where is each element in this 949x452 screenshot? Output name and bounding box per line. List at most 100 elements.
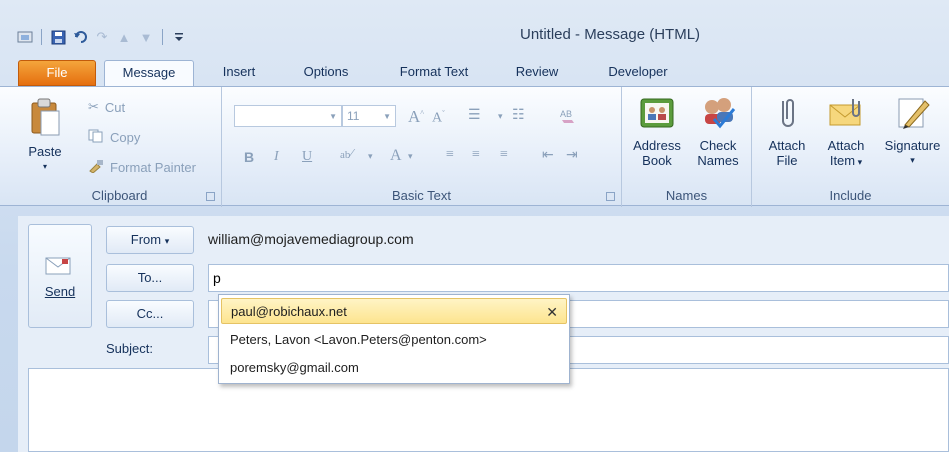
cut-label: Cut xyxy=(104,99,126,115)
svg-text:AB: AB xyxy=(560,109,572,119)
bullets-icon[interactable]: ☰ xyxy=(468,107,481,124)
address-book-label-2: Book xyxy=(642,153,672,168)
clipboard-dialog-launcher-icon[interactable] xyxy=(206,192,215,201)
highlight-dropdown-icon[interactable]: ▾ xyxy=(368,151,373,162)
send-envelope-icon xyxy=(44,255,76,280)
undo-icon[interactable] xyxy=(71,28,89,46)
chevron-down-icon: ▼ xyxy=(383,111,391,121)
basic-text-group: ▼ 11 ▼ A^ Aˇ ☰ ▾ ☷ AB B I U ab⁄ ▾ A ▾ ≡ … xyxy=(222,87,622,207)
address-book-label-1: Address xyxy=(633,138,681,153)
highlight-icon[interactable]: ab⁄ xyxy=(340,147,353,163)
bullets-dropdown-icon[interactable]: ▾ xyxy=(498,111,503,122)
check-names-label-1: Check xyxy=(699,138,737,153)
autocomplete-item[interactable]: Peters, Lavon <Lavon.Peters@penton.com> xyxy=(221,327,567,353)
clear-formatting-icon[interactable]: AB xyxy=(558,105,578,130)
address-book-icon xyxy=(626,95,688,134)
attach-item-dropdown-icon[interactable]: ▾ xyxy=(855,157,863,167)
window-menu-icon[interactable] xyxy=(16,28,34,46)
font-size-combo[interactable]: 11 ▼ xyxy=(342,105,396,127)
paperclip-icon xyxy=(758,95,816,134)
from-label: From xyxy=(130,232,162,247)
clipboard-group-label: Clipboard xyxy=(91,188,148,203)
align-center-icon[interactable]: ≡ xyxy=(472,147,480,163)
cc-button[interactable]: Cc... xyxy=(106,300,194,328)
font-color-icon[interactable]: A xyxy=(390,147,402,165)
font-name-combo[interactable]: ▼ xyxy=(234,105,342,127)
numbering-icon[interactable]: ☷ xyxy=(512,107,525,124)
attach-item-button[interactable]: Attach Item ▾ xyxy=(816,95,876,170)
bold-icon[interactable]: B xyxy=(244,149,254,165)
include-group-label: Include xyxy=(829,188,872,203)
align-right-icon[interactable]: ≡ xyxy=(500,147,508,163)
align-left-icon[interactable]: ≡ xyxy=(446,147,454,163)
address-book-button[interactable]: Address Book xyxy=(626,95,688,168)
grow-font-icon[interactable]: A^ xyxy=(408,107,424,127)
qat-separator xyxy=(41,29,42,45)
paste-button[interactable]: Paste ▾ xyxy=(22,97,68,174)
format-painter-label: Format Painter xyxy=(110,160,196,175)
copy-button[interactable]: Copy xyxy=(88,129,140,146)
names-group-label: Names xyxy=(665,188,708,203)
include-group: Attach File Attach Item ▾ Signature ▾ In… xyxy=(752,87,949,207)
tab-format-text[interactable]: Format Text xyxy=(384,60,484,86)
customize-qat-icon[interactable] xyxy=(170,28,188,46)
attach-file-label-2: File xyxy=(776,153,798,168)
signature-dropdown-icon[interactable]: ▾ xyxy=(876,153,949,168)
signature-button[interactable]: Signature ▾ xyxy=(876,95,949,168)
paste-label: Paste xyxy=(28,144,62,159)
remove-suggestion-close-icon[interactable]: ✕ xyxy=(546,299,558,325)
font-color-dropdown-icon[interactable]: ▾ xyxy=(408,151,413,162)
tab-insert[interactable]: Insert xyxy=(208,60,270,86)
italic-icon[interactable]: I xyxy=(274,149,279,165)
paintbrush-icon xyxy=(88,159,104,176)
autocomplete-item[interactable]: poremsky@gmail.com xyxy=(221,355,567,381)
increase-indent-icon[interactable]: ⇥ xyxy=(566,147,578,164)
window-title: Untitled - Message (HTML) xyxy=(520,26,701,43)
next-item-icon[interactable]: ▼ xyxy=(137,28,155,46)
scissors-icon: ✂ xyxy=(88,99,99,114)
clipboard-group: Paste ▾ ✂ Cut Copy Format Painter Clipbo… xyxy=(18,87,222,207)
paste-icon xyxy=(22,97,68,140)
basic-text-dialog-launcher-icon[interactable] xyxy=(606,192,615,201)
subject-label: Subject: xyxy=(106,341,153,356)
underline-icon[interactable]: U xyxy=(302,149,312,165)
copy-label: Copy xyxy=(110,130,141,145)
font-size-value: 11 xyxy=(347,109,360,123)
autocomplete-item-text: paul@robichaux.net xyxy=(231,304,347,319)
signature-icon xyxy=(876,95,949,134)
ribbon-tabs: File Message Insert Options Format Text … xyxy=(0,56,949,88)
chevron-down-icon: ▾ xyxy=(164,236,170,246)
attach-item-label-2: Item ▾ xyxy=(816,153,876,170)
ribbon: Paste ▾ ✂ Cut Copy Format Painter Clipbo… xyxy=(0,86,949,207)
outlook-message-window: ↷ ▲ ▼ Untitled - Message (HTML) File Mes… xyxy=(0,0,949,452)
tab-review[interactable]: Review xyxy=(504,60,570,86)
tab-message[interactable]: Message xyxy=(104,60,194,88)
cut-button[interactable]: ✂ Cut xyxy=(88,99,125,115)
check-names-icon xyxy=(688,95,748,134)
copy-icon xyxy=(88,129,104,146)
check-names-button[interactable]: Check Names xyxy=(688,95,748,168)
attach-file-button[interactable]: Attach File xyxy=(758,95,816,168)
format-painter-button[interactable]: Format Painter xyxy=(88,159,196,176)
shrink-font-icon[interactable]: Aˇ xyxy=(432,109,445,127)
to-button[interactable]: To... xyxy=(106,264,194,292)
tab-options[interactable]: Options xyxy=(288,60,364,86)
send-button[interactable]: Send xyxy=(28,224,92,328)
decrease-indent-icon[interactable]: ⇤ xyxy=(542,147,554,164)
autocomplete-item[interactable]: paul@robichaux.net ✕ xyxy=(221,298,567,324)
title-bar: ↷ ▲ ▼ Untitled - Message (HTML) xyxy=(0,0,949,56)
names-group: Address Book Check Names Names xyxy=(622,87,752,207)
save-icon[interactable] xyxy=(49,28,67,46)
attach-file-label-1: Attach xyxy=(768,138,806,153)
from-button[interactable]: From ▾ xyxy=(106,226,194,254)
paste-dropdown-icon[interactable]: ▾ xyxy=(22,159,68,174)
chevron-down-icon: ▼ xyxy=(329,111,337,121)
send-label: Send xyxy=(44,284,76,299)
signature-label: Signature xyxy=(884,138,941,153)
tab-developer[interactable]: Developer xyxy=(592,60,684,86)
attach-item-text: Item xyxy=(829,153,856,168)
previous-item-icon[interactable]: ▲ xyxy=(115,28,133,46)
to-field[interactable]: p xyxy=(208,264,949,292)
tab-file[interactable]: File xyxy=(18,60,96,86)
redo-icon[interactable]: ↷ xyxy=(93,28,111,46)
